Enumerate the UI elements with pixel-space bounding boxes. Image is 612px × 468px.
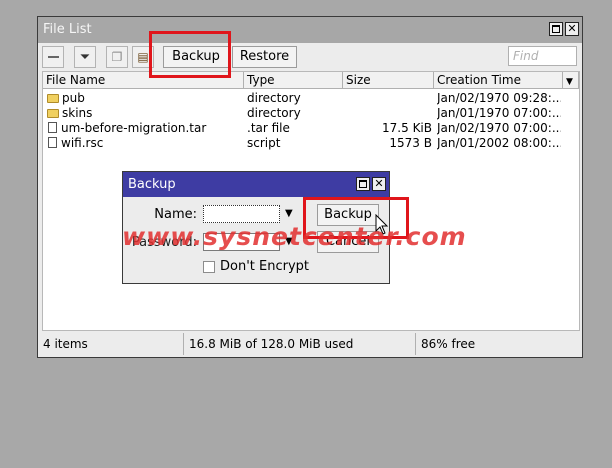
- minus-icon: [47, 56, 59, 58]
- remove-button[interactable]: [42, 46, 64, 68]
- file-creation-time: Jan/02/1970 09:28:...: [437, 91, 561, 105]
- column-menu-button[interactable]: ▼: [563, 72, 579, 89]
- dialog-title: Backup: [128, 177, 176, 192]
- highlight-dialog-backup: [303, 197, 409, 239]
- file-type: directory: [247, 106, 301, 120]
- dialog-maximize-button[interactable]: [356, 177, 370, 191]
- close-button[interactable]: ✕: [565, 22, 579, 36]
- file-name: skins: [62, 106, 93, 120]
- maximize-button[interactable]: [549, 22, 563, 36]
- table-row[interactable]: um-before-migration.tar .tar file 17.5 K…: [43, 121, 579, 136]
- status-disk-used: 16.8 MiB of 128.0 MiB used: [185, 333, 416, 355]
- file-size: [345, 106, 432, 121]
- dont-encrypt-label: Don't Encrypt: [220, 259, 309, 274]
- file-icon: [48, 137, 57, 148]
- restore-button[interactable]: Restore: [232, 46, 297, 68]
- dialog-titlebar[interactable]: Backup: [123, 172, 389, 197]
- column-header-size[interactable]: Size: [343, 72, 434, 89]
- close-icon: ✕: [567, 22, 577, 35]
- column-header-type[interactable]: Type: [244, 72, 343, 89]
- file-type: .tar file: [247, 121, 290, 135]
- paste-icon: ▤: [137, 50, 149, 64]
- copy-button[interactable]: ❐: [106, 46, 128, 68]
- window-titlebar[interactable]: File List: [38, 17, 582, 43]
- file-size: [345, 91, 432, 106]
- table-row[interactable]: pub directory Jan/02/1970 09:28:...: [43, 91, 579, 106]
- status-disk-free: 86% free: [421, 337, 476, 351]
- window-title: File List: [43, 22, 92, 37]
- filter-button[interactable]: ⏷: [74, 46, 96, 68]
- folder-icon: [47, 94, 59, 103]
- dialog-close-button[interactable]: ✕: [372, 177, 386, 191]
- find-input[interactable]: Find: [508, 46, 577, 66]
- maximize-icon: [359, 180, 367, 188]
- dont-encrypt-checkbox[interactable]: [203, 261, 215, 273]
- name-input[interactable]: [203, 205, 280, 223]
- triangle-down-icon: ▼: [285, 236, 293, 247]
- highlight-toolbar-backup: [149, 31, 231, 78]
- password-dropdown-arrow[interactable]: ▼: [285, 236, 293, 247]
- filter-icon: ⏷: [79, 50, 91, 65]
- file-name: um-before-migration.tar: [61, 121, 207, 135]
- file-type: script: [247, 136, 281, 150]
- folder-icon: [47, 109, 59, 118]
- maximize-icon: [552, 25, 560, 33]
- close-icon: ✕: [374, 177, 384, 190]
- file-creation-time: Jan/01/2002 08:00:...: [437, 136, 561, 150]
- file-name: pub: [62, 91, 85, 105]
- file-icon: [48, 122, 57, 133]
- file-creation-time: Jan/01/1970 07:00:...: [437, 106, 561, 120]
- name-dropdown-arrow[interactable]: ▼: [285, 208, 293, 219]
- file-name: wifi.rsc: [61, 136, 104, 150]
- name-label: Name:: [154, 207, 197, 222]
- table-row[interactable]: skins directory Jan/01/1970 07:00:...: [43, 106, 579, 121]
- file-type: directory: [247, 91, 301, 105]
- password-label: Password:: [131, 235, 197, 250]
- mouse-cursor-icon: [375, 214, 389, 235]
- file-creation-time: Jan/02/1970 07:00:...: [437, 121, 561, 135]
- column-header-creation-time[interactable]: Creation Time: [434, 72, 563, 89]
- triangle-down-icon: ▼: [285, 208, 293, 219]
- triangle-down-icon: ▼: [566, 77, 573, 87]
- file-size: 1573 B: [389, 136, 432, 150]
- file-size: 17.5 KiB: [382, 121, 432, 135]
- status-item-count: 4 items: [39, 333, 184, 355]
- password-input[interactable]: [203, 233, 280, 251]
- copy-icon: ❐: [111, 50, 123, 64]
- table-row[interactable]: wifi.rsc script 1573 B Jan/01/2002 08:00…: [43, 136, 579, 151]
